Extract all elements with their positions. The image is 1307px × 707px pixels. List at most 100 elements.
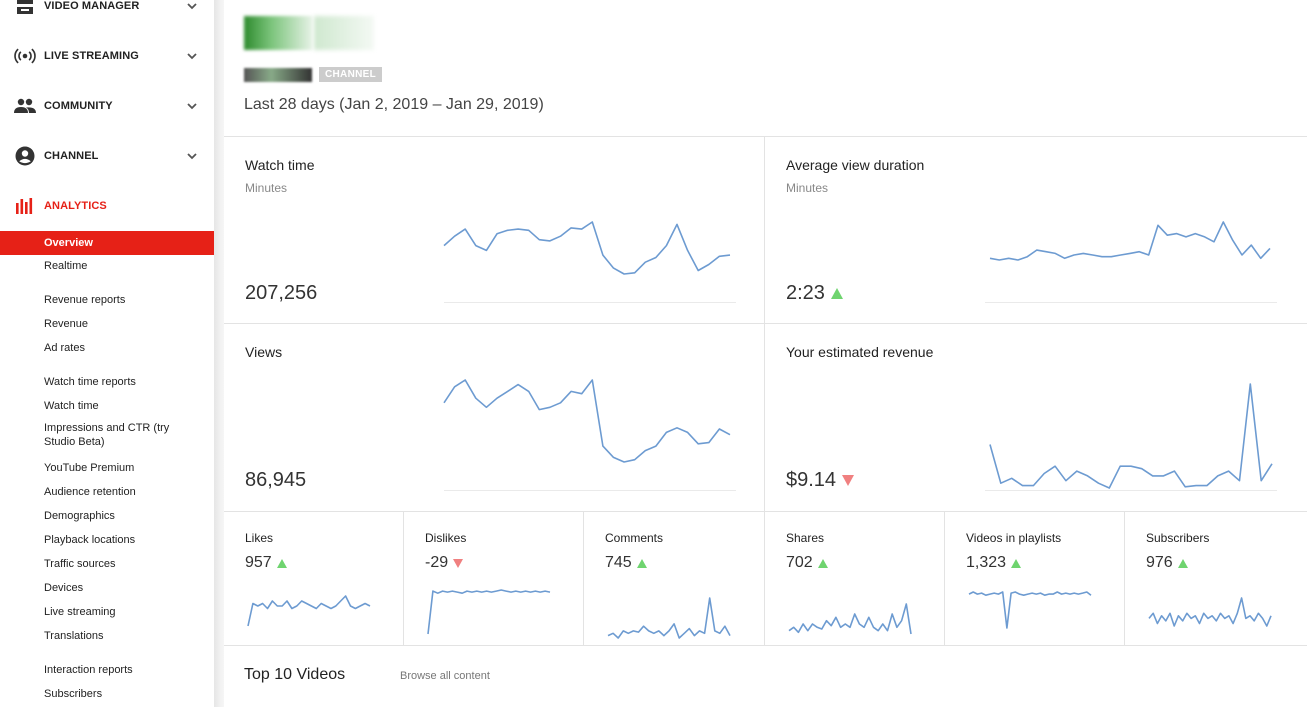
card-title: Your estimated revenue [786, 344, 934, 360]
card-title: Watch time [245, 157, 315, 173]
sidebar-section-community[interactable]: COMMUNITY [0, 91, 214, 121]
trend-up-icon [830, 288, 843, 299]
sidebar-item-revenue[interactable]: Revenue [0, 317, 214, 331]
card-value: 976 [1146, 554, 1188, 572]
sidebar-item-watch-time[interactable]: Watch time [0, 399, 214, 413]
subscribers-sparkline [1148, 597, 1272, 627]
date-range[interactable]: Last 28 days (Jan 2, 2019 – Jan 29, 2019… [244, 96, 544, 114]
sparkline-path [247, 595, 371, 627]
card-value: 957 [245, 554, 287, 572]
sidebar-item-translations[interactable]: Translations [0, 629, 214, 643]
sparkline-path [1148, 597, 1272, 627]
chevron-down-icon[interactable] [186, 100, 198, 112]
channel-title-blurred [314, 16, 374, 50]
card-value: 2:23 [786, 282, 843, 305]
card-value: -29 [425, 554, 464, 572]
community-icon [14, 95, 36, 117]
sidebar-item-demographics[interactable]: Demographics [0, 509, 214, 523]
sparkline-baseline [444, 302, 736, 303]
card-value: 702 [786, 554, 828, 572]
trend-up-icon [817, 558, 828, 568]
sparkline-path [443, 221, 731, 275]
chevron-down-icon[interactable] [186, 0, 198, 12]
card-value: 745 [605, 554, 647, 572]
sidebar-section-label: CHANNEL [44, 150, 99, 162]
trend-down-icon [453, 558, 464, 568]
card-subtitle: Minutes [245, 181, 288, 195]
card-title: Shares [786, 531, 825, 545]
sidebar-item-devices[interactable]: Devices [0, 581, 214, 595]
top-videos-heading: Top 10 Videos [244, 666, 346, 683]
divider [403, 511, 404, 646]
sidebar-item-live-streaming[interactable]: Live streaming [0, 605, 214, 619]
divider [224, 323, 1307, 324]
sidebar-item-youtube-premium[interactable]: YouTube Premium [0, 461, 214, 475]
live-streaming-icon [14, 45, 36, 67]
sidebar-item-playback-locations[interactable]: Playback locations [0, 533, 214, 547]
channel-icon [14, 145, 36, 167]
sidebar-section-label: COMMUNITY [44, 100, 113, 112]
sparkline-path [989, 383, 1273, 489]
sparkline-path [989, 221, 1271, 261]
sparkline-path [968, 591, 1092, 629]
chevron-down-icon[interactable] [186, 50, 198, 62]
divider [1124, 511, 1125, 646]
card-value: $9.14 [786, 469, 855, 492]
divider [944, 511, 945, 646]
sidebar-item-realtime[interactable]: Realtime [0, 259, 214, 273]
sparkline-path [443, 379, 731, 463]
card-subtitle: Minutes [786, 181, 829, 195]
trend-up-icon [636, 558, 647, 568]
video-manager-icon [14, 0, 36, 17]
sparkline-path [427, 589, 551, 635]
divider [224, 645, 1307, 646]
sidebar-item-traffic-sources[interactable]: Traffic sources [0, 557, 214, 571]
card-value: 1,323 [966, 554, 1022, 572]
sparkline-baseline [985, 490, 1277, 491]
sidebar-item-watch-time-reports[interactable]: Watch time reports [0, 375, 214, 389]
sparkline-path [788, 603, 912, 635]
sidebar-section-channel[interactable]: CHANNEL [0, 141, 214, 171]
sparkline-baseline [444, 490, 736, 491]
sidebar-section-live-streaming[interactable]: LIVE STREAMING [0, 41, 214, 71]
card-title: Videos in playlists [966, 531, 1062, 545]
card-title: Average view duration [786, 157, 925, 173]
sidebar-item-interaction-reports[interactable]: Interaction reports [0, 663, 214, 677]
sidebar-item-audience-retention[interactable]: Audience retention [0, 485, 214, 499]
channel-thumbnail [244, 16, 312, 50]
trend-up-icon [276, 558, 287, 568]
sidebar-section-video-manager[interactable]: VIDEO MANAGER [0, 0, 214, 21]
sidebar-item-subscribers[interactable]: Subscribers [0, 687, 214, 701]
trend-down-icon [842, 475, 855, 486]
card-title: Dislikes [425, 531, 467, 545]
sidebar-section-analytics[interactable]: ANALYTICS [0, 191, 214, 221]
sidebar-section-label: LIVE STREAMING [44, 50, 139, 62]
sidebar-divider [214, 0, 224, 707]
trend-up-icon [1177, 558, 1188, 568]
chevron-down-icon[interactable] [186, 150, 198, 162]
channel-name-blurred [244, 68, 312, 82]
sidebar-item-revenue-reports[interactable]: Revenue reports [0, 293, 214, 307]
sidebar-item-overview[interactable]: Overview [0, 231, 214, 255]
sparkline-baseline [985, 302, 1277, 303]
card-title: Views [245, 344, 283, 360]
channel-badge: CHANNEL [319, 67, 382, 82]
browse-all-content-link[interactable]: Browse all content [400, 670, 490, 682]
card-title: Subscribers [1146, 531, 1210, 545]
trend-up-icon [1011, 558, 1022, 568]
divider [583, 511, 584, 646]
sidebar-item-ad-rates[interactable]: Ad rates [0, 341, 214, 355]
sidebar-section-label: ANALYTICS [44, 200, 107, 212]
sidebar: VIDEO MANAGER LIVE STREAMING COMMUNITY C… [0, 0, 214, 707]
card-value: 86,945 [245, 469, 307, 491]
divider [224, 511, 1307, 512]
sidebar-section-label: VIDEO MANAGER [44, 0, 140, 12]
sparkline-path [607, 597, 731, 639]
analytics-icon [14, 195, 36, 217]
sidebar-item-impressions-ctr[interactable]: Impressions and CTR (try Studio Beta) [0, 421, 214, 449]
divider [764, 136, 765, 646]
card-title: Comments [605, 531, 664, 545]
card-value: 207,256 [245, 282, 318, 304]
divider [224, 136, 1307, 137]
main-content: CHANNEL Last 28 days (Jan 2, 2019 – Jan … [224, 0, 1307, 707]
